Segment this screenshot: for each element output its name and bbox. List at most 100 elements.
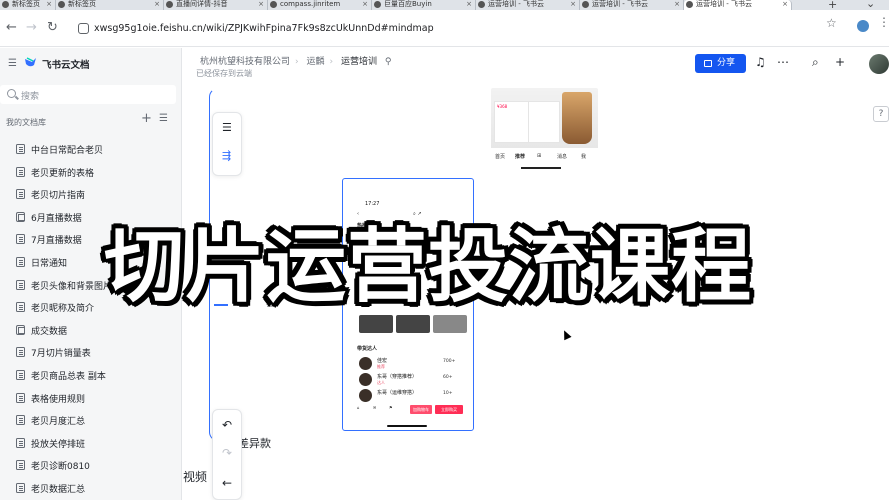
breadcrumb-item[interactable]: 运麟	[307, 57, 325, 67]
doc-icon	[16, 279, 25, 290]
tab-close-icon[interactable]: ×	[362, 0, 368, 8]
phone-row-value: 60+	[443, 375, 453, 380]
tab-label: 新标签页	[68, 0, 96, 8]
sidebar-doc-item[interactable]: 老贝商品总表 副本	[0, 364, 181, 386]
sidebar-doc-item[interactable]: 老贝诊断0810	[0, 454, 181, 476]
tab-close-icon[interactable]: ×	[570, 0, 576, 8]
back-icon[interactable]: ←	[6, 21, 17, 35]
collapse-icon[interactable]: ←	[222, 476, 232, 490]
buy-now-button: 立即购买	[435, 405, 463, 414]
doc-icon	[16, 189, 25, 200]
tab-label: 运营培训 - 飞书云	[488, 0, 544, 8]
avatar	[359, 389, 372, 402]
sidebar-doc-item[interactable]: 老贝月度汇总	[0, 409, 181, 431]
sidebar-doc-label: 日常通知	[31, 259, 68, 269]
sidebar-doc-item[interactable]: 投放关停排班	[0, 432, 181, 454]
tab-close-icon[interactable]: ×	[258, 0, 264, 8]
share-button[interactable]: 分享	[695, 54, 746, 73]
browser-tab[interactable]: 新标签页 ×	[56, 0, 164, 10]
tab-close-icon[interactable]: ×	[46, 0, 52, 8]
sidebar-toggle-icon[interactable]: ☰	[8, 58, 17, 69]
add-doc-icon[interactable]: +	[141, 111, 152, 126]
sidebar-doc-item[interactable]: 老贝数据汇总	[0, 477, 181, 499]
browser-tab[interactable]: 运营培训 - 飞书云 ×	[684, 0, 792, 10]
address-bar-row: ← → ↻ xwsg95g1oie.feishu.cn/wiki/ZPJKwih…	[0, 10, 889, 47]
tab-label: 巨量百应Buyin	[384, 0, 432, 8]
tab-favicon-icon	[270, 1, 277, 8]
forward-icon[interactable]: →	[26, 21, 37, 35]
breadcrumb-item[interactable]: 杭州杭望科技有限公司	[200, 57, 290, 67]
video-thumbnails	[359, 315, 467, 333]
search-doc-icon[interactable]: ⌕	[812, 56, 819, 69]
sidebar-doc-label: 7月切片销量表	[31, 349, 91, 360]
url-omnibox[interactable]: xwsg95g1oie.feishu.cn/wiki/ZPJKwihFpina7…	[72, 18, 850, 40]
search-input[interactable]: 搜索	[0, 85, 176, 104]
mindmap-node[interactable]: 视频	[183, 468, 207, 485]
browser-tab[interactable]: compass.jinritem ×	[268, 0, 372, 10]
doc-icon	[16, 144, 25, 154]
phone-row-value: 700+	[443, 359, 456, 364]
window-controls-icon[interactable]: ⌄	[866, 0, 875, 10]
bookmark-star-icon[interactable]: ☆	[826, 16, 837, 30]
browser-menu-icon[interactable]: ⋮	[878, 15, 889, 29]
tab-close-icon[interactable]: ×	[674, 0, 680, 8]
list-options-icon[interactable]: ☰	[159, 113, 168, 124]
more-options-icon[interactable]: ⋯	[777, 56, 789, 69]
doc-icon	[16, 370, 25, 380]
sidebar-doc-item[interactable]: 老贝更新的表格	[0, 161, 181, 183]
tab-favicon-icon	[166, 1, 173, 8]
home-indicator	[521, 167, 561, 169]
lock-icon	[704, 60, 712, 67]
site-info-icon[interactable]	[78, 23, 89, 34]
sidebar-doc-label: 老贝更新的表格	[31, 168, 95, 179]
undo-icon[interactable]: ↶	[222, 418, 232, 432]
sidebar-doc-label: 6月直播数据	[31, 213, 82, 224]
notification-bell-icon[interactable]: ♫	[755, 56, 766, 69]
share-label: 分享	[717, 58, 736, 68]
screenshot-image-top[interactable]: ¥368 首页 推荐 ⊞ 消息 我	[491, 88, 598, 206]
sidebar-doc-item[interactable]: 7月切片销量表	[0, 341, 181, 363]
doc-icon	[16, 415, 25, 426]
extension-icon[interactable]	[857, 20, 869, 32]
outline-view-icon[interactable]: ☰	[222, 121, 232, 134]
phone-row-sub: 达人	[377, 380, 385, 385]
redo-icon[interactable]: ↷	[222, 446, 232, 460]
chat-icon: ✉	[373, 405, 377, 410]
mindmap-toolbar-top: ☰ ⇶	[212, 112, 242, 176]
sidebar-doc-item[interactable]: 中台日常配合老贝	[0, 138, 181, 160]
mindmap-view-icon[interactable]: ⇶	[222, 149, 231, 162]
browser-tab[interactable]: 新标签页 ×	[0, 0, 56, 10]
nav-item: 消息	[557, 154, 568, 160]
sidebar-doc-item[interactable]: 成交数据	[0, 319, 181, 341]
doc-icon	[16, 483, 25, 493]
mouse-cursor-icon	[560, 328, 572, 341]
browser-tab[interactable]: 运营培训 - 飞书云 ×	[476, 0, 580, 10]
search-placeholder: 搜索	[21, 92, 40, 102]
create-icon[interactable]: +	[835, 56, 845, 69]
doc-icon	[16, 234, 25, 245]
sidebar-doc-label: 表格使用规则	[31, 394, 86, 405]
mindmap-node[interactable]: 差异款	[238, 435, 271, 451]
tab-favicon-icon	[2, 1, 9, 8]
tab-favicon-icon	[58, 1, 65, 8]
tab-favicon-icon	[582, 1, 589, 8]
browser-tab[interactable]: 运营培训 - 飞书云 ×	[580, 0, 684, 10]
help-icon[interactable]: ?	[873, 106, 889, 122]
tab-close-icon[interactable]: ×	[154, 0, 160, 8]
sidebar-doc-item[interactable]: 老贝切片指南	[0, 183, 181, 205]
pin-icon[interactable]: ⚲	[385, 57, 392, 67]
avatar[interactable]	[869, 54, 889, 74]
browser-tab[interactable]: 直播间详情-抖音 ×	[164, 0, 268, 10]
sidebar-doc-label: 成交数据	[31, 326, 68, 337]
reload-icon[interactable]: ↻	[47, 21, 58, 35]
tab-close-icon[interactable]: ×	[466, 0, 472, 8]
browser-tab[interactable]: 巨量百应Buyin ×	[372, 0, 476, 10]
tab-close-icon[interactable]: ×	[782, 0, 788, 8]
phone-row-value: 10+	[443, 391, 453, 396]
feishu-logo-icon	[25, 57, 36, 67]
sidebar-doc-label: 老贝数据汇总	[31, 485, 86, 495]
breadcrumb-current[interactable]: 运营培训	[341, 57, 377, 67]
sidebar-doc-item[interactable]: 表格使用规则	[0, 387, 181, 409]
video-thumb	[359, 315, 393, 333]
app-nav: 首页 推荐 ⊞ 消息 我	[491, 150, 598, 164]
